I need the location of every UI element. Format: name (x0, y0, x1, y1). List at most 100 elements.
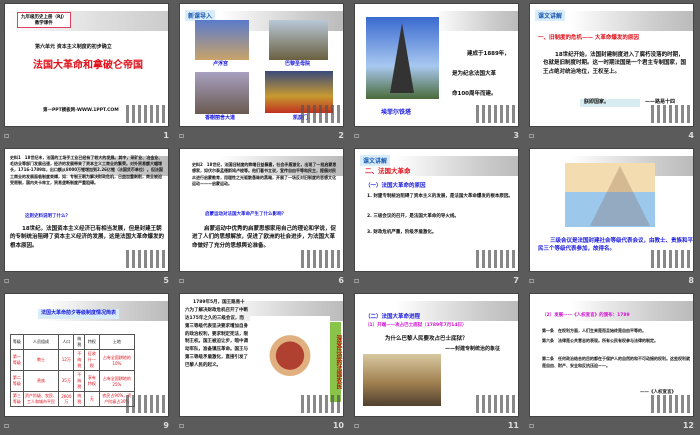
slide-show-icon[interactable]: ▫ (529, 131, 534, 140)
slide-show-icon[interactable]: ▫ (179, 421, 184, 430)
table-cell: 第二等级 (10, 370, 24, 392)
table-cell: 贵族 (22, 370, 60, 392)
table-cell: 占有全国耕地的10% (98, 349, 136, 371)
slide-preview[interactable]: 课文讲解 二、法国大革命 （一）法国大革命的原因 1. 封建专制统治阻碍了资本主… (354, 148, 519, 272)
people-graphic (126, 105, 166, 123)
decoration (126, 395, 166, 413)
section-heading: 一、旧制度的危机—— 大革命爆发的原因 (538, 35, 639, 41)
slide-preview[interactable]: 新课导入 卢浮宫 巴黎圣母院 香榭丽舍大道 凯旋门 (179, 3, 344, 127)
question: 这则史料说明了什么？ (25, 214, 70, 219)
slide-show-icon[interactable]: ▫ (354, 421, 359, 430)
slide-thumb-11[interactable]: （二）法国大革命进程 （1）开端——攻占巴士底狱（1789年7月14日） 为什么… (350, 290, 525, 435)
decoration (301, 250, 341, 268)
slide-preview[interactable]: 1789年5月，国王路易十六为了解决财政危机召开了中断达175年之久的三级会议，… (179, 293, 344, 417)
caption: 卢浮宫 (213, 61, 229, 67)
badge-line: 教学课件 (34, 21, 53, 26)
table-cell: 无 (84, 391, 100, 407)
slide-show-icon[interactable]: ▫ (179, 131, 184, 140)
slide-number: 1 (163, 131, 169, 140)
table-cell: 纳税 (73, 334, 86, 350)
slide-thumb-9[interactable]: 法国大革命前夕等级制度情况简表 等级 人员组成 人口 纳税 特权 土地 第一等级 教士 12万… (0, 290, 175, 435)
table-cell: 2600万 (58, 391, 75, 407)
section-heading: 二、法国大革命 (365, 167, 411, 175)
side-label: 深受压迫的法国农民 (330, 322, 342, 402)
question: 为什么巴黎人民要攻占巴士底狱？ (385, 336, 468, 342)
site-label: 第一PPT模板网-WWW.1PPT.COM (43, 108, 119, 113)
slide-thumb-8[interactable]: 三级会议是法国封建社会等级代表会议，由教士、贵族和平民三个等级代表参加，故得名。… (525, 145, 700, 290)
slide-number: 12 (682, 421, 694, 430)
slide-show-icon[interactable]: ▫ (179, 276, 184, 285)
decoration (476, 250, 516, 268)
sub-heading: （一）法国大革命的原因 (365, 183, 426, 189)
table-cell: 人口 (58, 334, 75, 350)
slide-preview[interactable]: 九年级历史上册（RJ） 教学课件 第六单元 资本主义制度的初步确立 法国大革命和拿… (4, 3, 169, 127)
slide-number: 9 (163, 421, 169, 430)
list-item: 1. 封建专制统治阻碍了资本主义的发展，是法国大革命爆发的根本原因。 (367, 194, 513, 199)
champs-elysees-photo (195, 72, 249, 114)
slide-show-icon[interactable]: ▫ (529, 421, 534, 430)
question: 启蒙运动对法国大革命产生了什么影响？ (205, 212, 286, 217)
table-row: 第二等级 贵族 35万 不纳税 享有特权 占有全国耕地的25% (10, 370, 136, 392)
table-row: 第三等级 资产阶级、农民、工人和城市平民 2600万 纳税无农民占90%，资产阶级占3… (10, 391, 136, 407)
slide-preview[interactable]: （二）法国大革命进程 （1）开端——攻占巴士底狱（1789年7月14日） 为什么… (354, 293, 519, 417)
table-cell: 享有特权 (84, 370, 100, 392)
decoration (570, 11, 693, 31)
body-text: 1789年5月，国王路易十六为了解决财政危机召开了中断达175年之久的三级会议，… (185, 300, 248, 368)
slide-thumb-10[interactable]: 1789年5月，国王路易十六为了解决财政危机召开了中断达175年之久的三级会议，… (175, 290, 350, 435)
decoration (651, 250, 691, 268)
slide-number: 4 (688, 131, 694, 140)
slide-show-icon[interactable]: ▫ (4, 421, 9, 430)
list-item: 3. 财政危机严重，阶级矛盾激化。 (367, 230, 437, 235)
source-text: 史料2 18世纪，法国旧制度的弊端日益暴露，社会矛盾激化，出现了一批启蒙思想家，… (192, 162, 337, 187)
table-cell: 等级 (10, 334, 24, 350)
decoration (301, 395, 341, 413)
slide-number: 11 (507, 421, 519, 430)
table-row: 第一等级 教士 12万 不纳税 征收什一税 占有全国耕地的10% (10, 349, 136, 371)
slide-show-icon[interactable]: ▫ (354, 131, 359, 140)
table-cell: 35万 (58, 370, 75, 392)
slide-show-icon[interactable]: ▫ (4, 276, 9, 285)
slide-preview[interactable]: 三级会议是法国封建社会等级代表会议，由教士、贵族和平民三个等级代表参加，故得名。 (529, 148, 694, 272)
table-cell: 纳税 (73, 391, 86, 407)
slide-preview[interactable]: 课文讲解 一、旧制度的危机—— 大革命爆发的原因 18世纪开始，法国封建制度进入… (529, 3, 694, 127)
answer: 18世纪，法国资本主义经济已有相当发展，但是封建王朝的专制统治阻碍了资本主义经济… (10, 226, 165, 249)
list-item: 2. 三级会议的召开，是法国大革命的导火线。 (367, 214, 459, 219)
slide-preview[interactable]: （2）发展——《人权宣言》的颁布：1789 第一条 在权利方面，人们生来是而且始… (529, 293, 694, 417)
slide-show-icon[interactable]: ▫ (354, 276, 359, 285)
slide-preview[interactable]: 史料1 18世纪末，法国的工场手工业已经有了较大的发展。其中，采矿业、冶金业、毛… (4, 148, 169, 272)
table-cell: 土地 (98, 334, 136, 350)
decoration (126, 250, 166, 268)
slide-number: 2 (338, 131, 344, 140)
slide-thumb-6[interactable]: 史料2 18世纪，法国旧制度的弊端日益暴露，社会矛盾激化，出现了一批启蒙思想家，… (175, 145, 350, 290)
table-cell: 不纳税 (73, 370, 86, 392)
louvre-photo (195, 20, 249, 60)
slide-thumb-7[interactable]: 课文讲解 二、法国大革命 （一）法国大革命的原因 1. 封建专制统治阻碍了资本主… (350, 145, 525, 290)
bastille-painting (363, 354, 441, 406)
table-cell: 第三等级 (10, 391, 24, 407)
slide-preview[interactable]: 史料2 18世纪，法国旧制度的弊端日益暴露，社会矛盾激化，出现了一批启蒙思想家，… (179, 148, 344, 272)
estates-table: 等级 人员组成 人口 纳税 特权 土地 第一等级 教士 12万 不纳税 征收什一税 占有全国耕地的1… (10, 334, 136, 407)
slide-thumb-5[interactable]: 史料1 18世纪末，法国的工场手工业已经有了较大的发展。其中，采矿业、冶金业、毛… (0, 145, 175, 290)
slide-thumb-3[interactable]: 埃菲尔铁塔 建成于1889年， 是为纪念法国大革 命100周年而建。 ▫ 3 (350, 0, 525, 145)
slide-thumb-1[interactable]: 九年级历史上册（RJ） 教学课件 第六单元 资本主义制度的初步确立 法国大革命和拿… (0, 0, 175, 145)
slide-number: 6 (338, 276, 344, 285)
caption: 巴黎圣母院 (285, 61, 311, 67)
slide-thumb-2[interactable]: 新课导入 卢浮宫 巴黎圣母院 香榭丽舍大道 凯旋门 ▫ 2 (175, 0, 350, 145)
slide-show-icon[interactable]: ▫ (4, 131, 9, 140)
table-cell: 不纳税 (73, 349, 86, 371)
slide-preview[interactable]: 埃菲尔铁塔 建成于1889年， 是为纪念法国大革 命100周年而建。 (354, 3, 519, 127)
quote: 朕即国家。 (580, 99, 640, 107)
decoration (476, 105, 516, 123)
article: 第一条 在权利方面，人们生来是而且始终是自由平等的。 (542, 328, 646, 333)
decoration (651, 105, 691, 123)
slide-thumb-4[interactable]: 课文讲解 一、旧制度的危机—— 大革命爆发的原因 18世纪开始，法国封建制度进入… (525, 0, 700, 145)
slide-thumb-12[interactable]: （2）发展——《人权宣言》的颁布：1789 第一条 在权利方面，人们生来是而且始… (525, 290, 700, 435)
slide-preview[interactable]: 法国大革命前夕等级制度情况简表 等级 人员组成 人口 纳税 特权 土地 第一等级 教士 12万… (4, 293, 169, 417)
article: 第六条 法律是公共意志的表现。所有公民有权参与法律的制定。 (542, 338, 658, 343)
table-cell: 占有全国耕地的25% (98, 370, 136, 392)
step-heading: （2）发展——《人权宣言》的颁布：1789 (542, 313, 630, 318)
table-cell: 第一等级 (10, 349, 24, 371)
caption: 埃菲尔铁塔 (381, 109, 412, 116)
slide-show-icon[interactable]: ▫ (529, 276, 534, 285)
notre-dame-photo (269, 20, 328, 60)
